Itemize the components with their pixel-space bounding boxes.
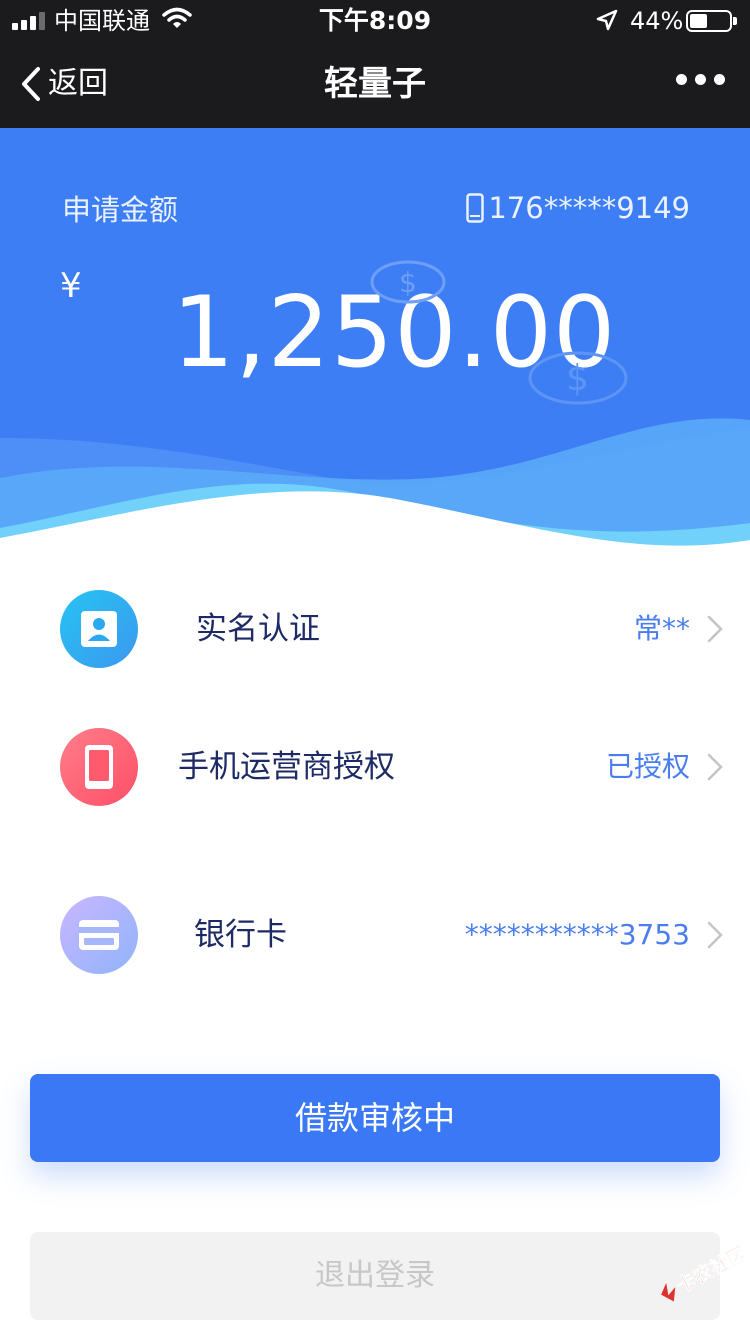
list-item-carrier-authorization[interactable]: 手机运营商授权 已授权 xyxy=(0,707,750,827)
list-item-label: 银行卡 xyxy=(194,917,287,953)
phone-number: 176*****9149 xyxy=(466,188,690,228)
bank-card-icon xyxy=(60,896,138,974)
navigation-bar: 返回 轻量子 xyxy=(0,40,750,128)
status-bar: 中国联通 下午8:09 44% xyxy=(0,0,750,40)
currency-symbol: ¥ xyxy=(60,266,82,306)
apply-amount-label: 申请金额 xyxy=(62,193,179,227)
chevron-right-icon xyxy=(707,615,723,643)
more-dots-icon xyxy=(676,74,687,85)
mobile-phone-icon xyxy=(60,728,138,806)
chevron-right-icon xyxy=(707,921,723,949)
top-bar: 中国联通 下午8:09 44% 返回 轻量子 xyxy=(0,0,750,128)
dollar-coin-icon: $ xyxy=(528,351,628,405)
loan-amount-header: 申请金额 176*****9149 ¥ 1,250.00 $ $ xyxy=(0,128,750,568)
logout-button[interactable]: 退出登录 xyxy=(30,1232,720,1320)
location-arrow-icon xyxy=(596,9,618,31)
community-watermark-logo: 卡农社区 xyxy=(661,1241,750,1302)
list-item-bank-card[interactable]: 银行卡 ***********3753 xyxy=(0,875,750,995)
svg-text:卡农社区: 卡农社区 xyxy=(672,1242,750,1298)
list-item-label: 手机运营商授权 xyxy=(178,749,395,785)
svg-text:$: $ xyxy=(399,266,417,299)
page-title: 轻量子 xyxy=(324,64,426,104)
battery-percent: 44% xyxy=(630,7,684,35)
dollar-coin-icon: $ xyxy=(370,260,446,304)
more-options-button[interactable] xyxy=(676,74,725,85)
svg-text:$: $ xyxy=(566,358,589,399)
id-card-icon xyxy=(60,590,138,668)
battery-icon xyxy=(686,10,737,32)
phone-number-text: 176*****9149 xyxy=(488,191,690,225)
chevron-right-icon xyxy=(707,753,723,781)
mobile-phone-icon xyxy=(466,193,485,223)
list-item-value: 常** xyxy=(633,612,690,645)
list-item-real-name[interactable]: 实名认证 常** xyxy=(0,569,750,689)
list-item-value: 已授权 xyxy=(605,750,690,783)
list-item-value: ***********3753 xyxy=(464,918,690,951)
loan-review-button[interactable]: 借款审核中 xyxy=(30,1074,720,1162)
list-item-label: 实名认证 xyxy=(196,611,320,647)
